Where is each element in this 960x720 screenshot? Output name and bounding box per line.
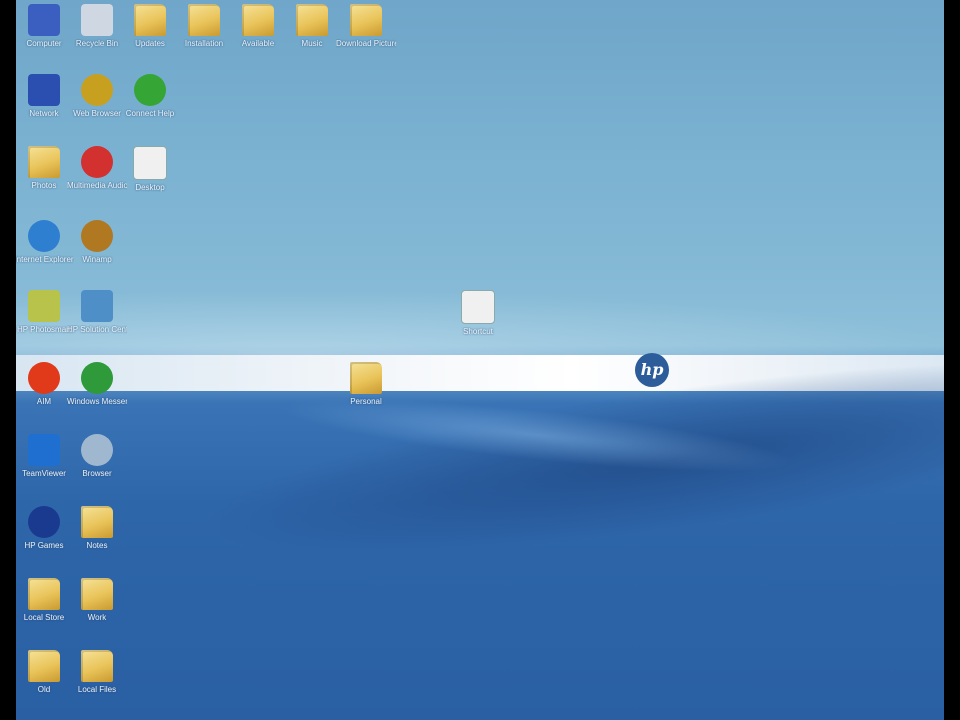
desktop-icon-label: Personal (350, 397, 382, 406)
globe-gray-icon (81, 434, 113, 466)
desktop-icon[interactable]: Internet Explorer (16, 220, 74, 264)
document-icon (81, 506, 113, 538)
desktop-icon-label: Notes (86, 541, 108, 550)
network-icon (28, 74, 60, 106)
desktop-icon-label: Computer (26, 39, 62, 48)
desktop: hp Computer Recycle Bin Updates Installa… (16, 0, 944, 720)
desktop-icon-label: Music (301, 39, 323, 48)
desktop-icon[interactable]: HP Photosmart (16, 290, 74, 334)
desktop-icon-label: HP Solution Center (67, 325, 127, 334)
desktop-icon[interactable]: Network (16, 74, 74, 118)
hp-app-icon (28, 290, 60, 322)
folder-icon (28, 578, 60, 610)
desktop-icon-label: Web Browser (73, 109, 121, 118)
desktop-icon[interactable]: Updates (120, 4, 180, 48)
hp-support-icon (81, 290, 113, 322)
green-orb-icon (134, 74, 166, 106)
desktop-icon-label: Updates (135, 39, 165, 48)
desktop-icon-label: Network (29, 109, 59, 118)
desktop-icon[interactable]: HP Games (16, 506, 74, 550)
desktop-icon-label: Multimedia Audio (67, 181, 127, 190)
globe-icon (81, 74, 113, 106)
folder-icon (28, 650, 60, 682)
desktop-icon[interactable]: Work (67, 578, 127, 622)
desktop-icon-label: Browser (82, 469, 112, 478)
desktop-icon-label: Old (37, 685, 51, 694)
desktop-icon-label: Connect Help (125, 109, 175, 118)
hp-circle-icon (28, 506, 60, 538)
desktop-icon[interactable]: Installation (174, 4, 234, 48)
desktop-icon[interactable]: Local Files (67, 650, 127, 694)
desktop-icon-label: Winamp (82, 255, 112, 264)
desktop-icon[interactable]: Windows Messenger (67, 362, 127, 406)
window-icon (133, 146, 167, 180)
desktop-icon[interactable]: Multimedia Audio (67, 146, 127, 190)
desktop-icon-label: HP Photosmart (16, 325, 72, 334)
folder-icon (350, 4, 382, 36)
folder-icon (81, 578, 113, 610)
desktop-icon-label: Local Files (77, 685, 117, 694)
desktop-icon-label: Internet Explorer (16, 255, 74, 264)
desktop-icon-label: HP Games (24, 541, 64, 550)
desktop-icon[interactable]: Recycle Bin (67, 4, 127, 48)
desktop-icon[interactable]: Notes (67, 506, 127, 550)
desktop-icon[interactable]: Local Store (16, 578, 74, 622)
red-app-icon (81, 146, 113, 178)
teamviewer-icon (28, 434, 60, 466)
aim-icon (28, 362, 60, 394)
desktop-icon-label: Local Store (23, 613, 65, 622)
desktop-icon[interactable]: Music (282, 4, 342, 48)
hp-logo: hp (635, 353, 669, 387)
desktop-icon[interactable]: Download Pictures (336, 4, 396, 48)
folder-icon (296, 4, 328, 36)
desktop-icon[interactable]: Available (228, 4, 288, 48)
desktop-icon-label: Recycle Bin (75, 39, 119, 48)
ie-icon (28, 220, 60, 252)
folder-icon (188, 4, 220, 36)
desktop-icon-label: Download Pictures (336, 39, 396, 48)
desktop-icon[interactable]: Personal (336, 362, 396, 406)
folder-icon (350, 362, 382, 394)
desktop-icon[interactable]: HP Solution Center (67, 290, 127, 334)
desktop-icon[interactable]: Computer (16, 4, 74, 48)
winamp-icon (81, 220, 113, 252)
desktop-icon[interactable]: TeamViewer (16, 434, 74, 478)
desktop-icon[interactable]: Web Browser (67, 74, 127, 118)
recycle-bin-icon (81, 4, 113, 36)
desktop-icon[interactable]: Photos (16, 146, 74, 190)
desktop-icon[interactable]: Old (16, 650, 74, 694)
messenger-icon (81, 362, 113, 394)
desktop-icon[interactable]: AIM (16, 362, 74, 406)
desktop-icon-label: Work (87, 613, 107, 622)
desktop-icon[interactable]: Connect Help (120, 74, 180, 118)
desktop-icon-label: Installation (184, 39, 224, 48)
desktop-icon-label: Shortcut (463, 327, 493, 336)
desktop-icon-label: Available (241, 39, 275, 48)
desktop-icon-label: Desktop (135, 183, 165, 192)
desktop-icon[interactable]: Winamp (67, 220, 127, 264)
desktop-icon-label: AIM (36, 397, 52, 406)
folder-icon (134, 4, 166, 36)
desktop-icon-label: Photos (31, 181, 57, 190)
desktop-icon-label: Windows Messenger (67, 397, 127, 406)
document-icon (242, 4, 274, 36)
folder-icon (28, 146, 60, 178)
desktop-icon-label: TeamViewer (22, 469, 66, 478)
window-icon (461, 290, 495, 324)
folder-icon (81, 650, 113, 682)
my-computer-icon (28, 4, 60, 36)
desktop-icon[interactable]: Desktop (120, 146, 180, 192)
desktop-icon[interactable]: Browser (67, 434, 127, 478)
desktop-icon[interactable]: Shortcut (448, 290, 508, 336)
